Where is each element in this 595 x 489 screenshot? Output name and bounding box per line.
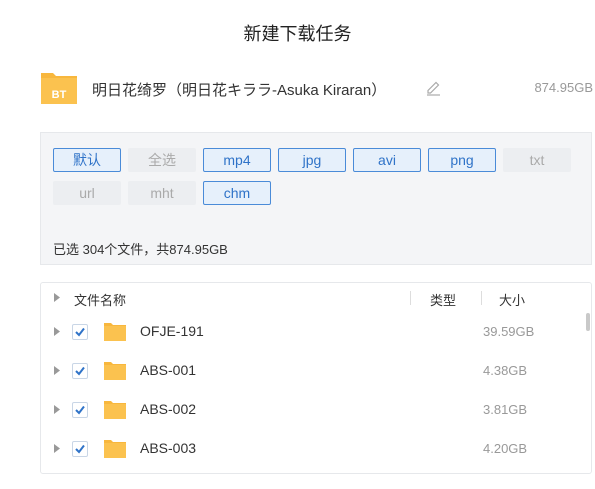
row-checkbox[interactable]	[72, 402, 88, 418]
selection-summary: 已选 304个文件，共874.95GB	[53, 242, 228, 257]
total-size: 874.95GB	[534, 80, 593, 95]
file-name: ABS-002	[140, 401, 197, 417]
expand-icon[interactable]	[53, 405, 61, 414]
folder-icon	[104, 401, 126, 419]
table-row[interactable]: ABS-002 3.81GB	[41, 391, 591, 430]
file-name: ABS-001	[140, 362, 197, 378]
file-list-header: 文件名称 类型 大小	[41, 283, 591, 313]
checkmark-icon	[75, 405, 85, 415]
expand-icon[interactable]	[53, 327, 61, 336]
file-size: 3.81GB	[483, 402, 528, 417]
dialog-title: 新建下载任务	[243, 24, 352, 44]
checkmark-icon	[75, 366, 85, 376]
filter-tag-jpg[interactable]: jpg	[278, 148, 346, 172]
file-name: ABS-003	[140, 440, 197, 456]
expand-icon[interactable]	[53, 366, 61, 375]
column-divider	[481, 291, 482, 305]
file-list: 文件名称 类型 大小 OFJE-191 39.59GB ABS-001 4.38GB A…	[40, 282, 592, 474]
filter-tag-txt[interactable]: txt	[503, 148, 571, 172]
checkmark-icon	[75, 327, 85, 337]
file-size: 4.38GB	[483, 363, 528, 378]
bt-folder-icon: BT	[41, 73, 77, 104]
filter-tag-mp4[interactable]: mp4	[203, 148, 271, 172]
filter-tag-mht[interactable]: mht	[128, 181, 196, 205]
file-size: 4.20GB	[483, 441, 528, 456]
filter-tag-url[interactable]: url	[53, 181, 121, 205]
column-header-size[interactable]: 大小	[499, 290, 525, 309]
table-row[interactable]: OFJE-191 39.59GB	[41, 313, 591, 352]
column-header-type[interactable]: 类型	[430, 290, 456, 309]
checkmark-icon	[75, 444, 85, 454]
edit-icon[interactable]	[425, 80, 442, 97]
column-header-name[interactable]: 文件名称	[74, 290, 126, 309]
table-row[interactable]: ABS-003 4.20GB	[41, 430, 591, 469]
row-checkbox[interactable]	[72, 441, 88, 457]
svg-text:BT: BT	[52, 89, 67, 101]
expand-all-icon[interactable]	[53, 293, 61, 302]
column-divider	[410, 291, 411, 305]
filter-panel: 默认 全选 mp4 jpg avi png txt url mht chm 已选 304个文件，共…	[40, 132, 592, 265]
filter-tag-默认[interactable]: 默认	[53, 148, 121, 172]
row-checkbox[interactable]	[72, 324, 88, 340]
file-size: 39.59GB	[483, 324, 535, 339]
folder-icon	[104, 440, 126, 458]
folder-icon	[104, 323, 126, 341]
filter-tag-png[interactable]: png	[428, 148, 496, 172]
scrollbar[interactable]	[586, 313, 590, 331]
table-row[interactable]: ABS-001 4.38GB	[41, 352, 591, 391]
filter-tag-全选[interactable]: 全选	[128, 148, 196, 172]
task-name: 明日花绮罗（明日花キララ-Asuka Kiraran）	[92, 82, 387, 99]
filter-tag-chm[interactable]: chm	[203, 181, 271, 205]
row-checkbox[interactable]	[72, 363, 88, 379]
filter-tag-avi[interactable]: avi	[353, 148, 421, 172]
expand-icon[interactable]	[53, 444, 61, 453]
file-name: OFJE-191	[140, 323, 204, 339]
folder-icon	[104, 362, 126, 380]
